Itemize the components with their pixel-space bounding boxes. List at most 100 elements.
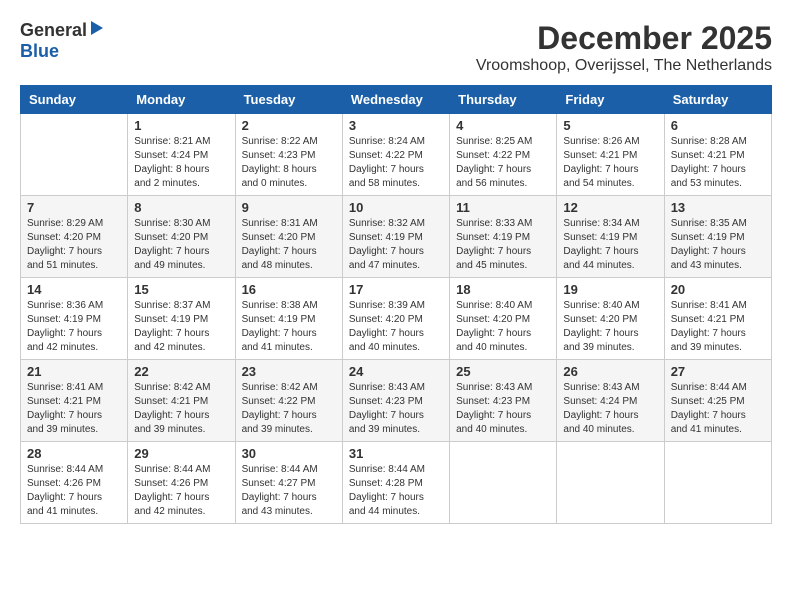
calendar-cell: 4 Sunrise: 8:25 AM Sunset: 4:22 PM Daylig… [450, 114, 557, 196]
day-number: 12 [563, 200, 657, 215]
day-number: 22 [134, 364, 228, 379]
day-info: Sunrise: 8:43 AM Sunset: 4:24 PM Dayligh… [563, 381, 657, 437]
calendar-cell: 24 Sunrise: 8:43 AM Sunset: 4:23 PM Dayli… [342, 360, 449, 442]
weekday-header-tuesday: Tuesday [235, 86, 342, 114]
day-info: Sunrise: 8:37 AM Sunset: 4:19 PM Dayligh… [134, 299, 228, 355]
day-info: Sunrise: 8:42 AM Sunset: 4:21 PM Dayligh… [134, 381, 228, 437]
logo-arrow-icon [89, 21, 105, 40]
calendar-cell: 13Sunrise: 8:35 AM Sunset: 4:19 PM Dayli… [664, 196, 771, 278]
day-number: 4 [456, 118, 550, 133]
day-info: Sunrise: 8:41 AM Sunset: 4:21 PM Dayligh… [671, 299, 765, 355]
day-info: Sunrise: 8:26 AM Sunset: 4:21 PM Dayligh… [563, 135, 657, 191]
calendar-cell: 18 Sunrise: 8:40 AM Sunset: 4:20 PM Dayli… [450, 278, 557, 360]
month-title: December 2025 [476, 20, 772, 57]
calendar-cell: 16Sunrise: 8:38 AM Sunset: 4:19 PM Dayli… [235, 278, 342, 360]
calendar-week-row: 28 Sunrise: 8:44 AM Sunset: 4:26 PM Dayli… [21, 442, 772, 524]
calendar-cell: 19 Sunrise: 8:40 AM Sunset: 4:20 PM Dayli… [557, 278, 664, 360]
day-number: 24 [349, 364, 443, 379]
day-number: 19 [563, 282, 657, 297]
day-info: Sunrise: 8:33 AM Sunset: 4:19 PM Dayligh… [456, 217, 550, 273]
day-number: 5 [563, 118, 657, 133]
weekday-header-row: SundayMondayTuesdayWednesdayThursdayFrid… [21, 86, 772, 114]
calendar-cell: 5 Sunrise: 8:26 AM Sunset: 4:21 PM Daylig… [557, 114, 664, 196]
day-info: Sunrise: 8:44 AM Sunset: 4:25 PM Dayligh… [671, 381, 765, 437]
calendar-cell: 31Sunrise: 8:44 AM Sunset: 4:28 PM Dayli… [342, 442, 449, 524]
location-title: Vroomshoop, Overijssel, The Netherlands [476, 57, 772, 75]
day-number: 7 [27, 200, 121, 215]
calendar-week-row: 21 Sunrise: 8:41 AM Sunset: 4:21 PM Dayli… [21, 360, 772, 442]
calendar-cell: 20 Sunrise: 8:41 AM Sunset: 4:21 PM Dayli… [664, 278, 771, 360]
day-number: 11 [456, 200, 550, 215]
day-info: Sunrise: 8:41 AM Sunset: 4:21 PM Dayligh… [27, 381, 121, 437]
calendar-week-row: 7 Sunrise: 8:29 AM Sunset: 4:20 PM Daylig… [21, 196, 772, 278]
calendar-table: SundayMondayTuesdayWednesdayThursdayFrid… [20, 85, 772, 524]
day-info: Sunrise: 8:35 AM Sunset: 4:19 PM Dayligh… [671, 217, 765, 273]
weekday-header-monday: Monday [128, 86, 235, 114]
day-info: Sunrise: 8:24 AM Sunset: 4:22 PM Dayligh… [349, 135, 443, 191]
day-number: 3 [349, 118, 443, 133]
calendar-cell: 10 Sunrise: 8:32 AM Sunset: 4:19 PM Dayli… [342, 196, 449, 278]
calendar-cell: 6 Sunrise: 8:28 AM Sunset: 4:21 PM Daylig… [664, 114, 771, 196]
calendar-cell: 2 Sunrise: 8:22 AM Sunset: 4:23 PM Daylig… [235, 114, 342, 196]
calendar-cell [664, 442, 771, 524]
calendar-cell [21, 114, 128, 196]
day-number: 10 [349, 200, 443, 215]
day-number: 15 [134, 282, 228, 297]
day-number: 23 [242, 364, 336, 379]
calendar-cell: 11 Sunrise: 8:33 AM Sunset: 4:19 PM Dayli… [450, 196, 557, 278]
day-info: Sunrise: 8:42 AM Sunset: 4:22 PM Dayligh… [242, 381, 336, 437]
day-info: Sunrise: 8:40 AM Sunset: 4:20 PM Dayligh… [563, 299, 657, 355]
day-number: 16 [242, 282, 336, 297]
day-info: Sunrise: 8:25 AM Sunset: 4:22 PM Dayligh… [456, 135, 550, 191]
day-info: Sunrise: 8:44 AM Sunset: 4:26 PM Dayligh… [134, 463, 228, 519]
day-number: 30 [242, 446, 336, 461]
day-number: 9 [242, 200, 336, 215]
calendar-cell: 21 Sunrise: 8:41 AM Sunset: 4:21 PM Dayli… [21, 360, 128, 442]
title-section: December 2025 Vroomshoop, Overijssel, Th… [476, 20, 772, 75]
day-number: 6 [671, 118, 765, 133]
day-number: 18 [456, 282, 550, 297]
logo-blue-text: Blue [20, 41, 59, 61]
day-number: 8 [134, 200, 228, 215]
calendar-week-row: 14 Sunrise: 8:36 AM Sunset: 4:19 PM Dayli… [21, 278, 772, 360]
weekday-header-sunday: Sunday [21, 86, 128, 114]
day-info: Sunrise: 8:44 AM Sunset: 4:27 PM Dayligh… [242, 463, 336, 519]
day-number: 28 [27, 446, 121, 461]
weekday-header-saturday: Saturday [664, 86, 771, 114]
calendar-cell: 29 Sunrise: 8:44 AM Sunset: 4:26 PM Dayli… [128, 442, 235, 524]
day-info: Sunrise: 8:32 AM Sunset: 4:19 PM Dayligh… [349, 217, 443, 273]
day-info: Sunrise: 8:21 AM Sunset: 4:24 PM Dayligh… [134, 135, 228, 191]
day-info: Sunrise: 8:39 AM Sunset: 4:20 PM Dayligh… [349, 299, 443, 355]
day-number: 20 [671, 282, 765, 297]
logo-general-text: General [20, 20, 87, 41]
day-number: 25 [456, 364, 550, 379]
day-info: Sunrise: 8:36 AM Sunset: 4:19 PM Dayligh… [27, 299, 121, 355]
day-number: 31 [349, 446, 443, 461]
day-info: Sunrise: 8:30 AM Sunset: 4:20 PM Dayligh… [134, 217, 228, 273]
calendar-cell: 30 Sunrise: 8:44 AM Sunset: 4:27 PM Dayli… [235, 442, 342, 524]
calendar-cell: 22 Sunrise: 8:42 AM Sunset: 4:21 PM Dayli… [128, 360, 235, 442]
calendar-cell: 25Sunrise: 8:43 AM Sunset: 4:23 PM Dayli… [450, 360, 557, 442]
calendar-cell: 28Sunrise: 8:44 AM Sunset: 4:26 PM Dayli… [21, 442, 128, 524]
day-number: 2 [242, 118, 336, 133]
day-number: 14 [27, 282, 121, 297]
day-info: Sunrise: 8:28 AM Sunset: 4:21 PM Dayligh… [671, 135, 765, 191]
calendar-cell: 7 Sunrise: 8:29 AM Sunset: 4:20 PM Daylig… [21, 196, 128, 278]
day-info: Sunrise: 8:29 AM Sunset: 4:20 PM Dayligh… [27, 217, 121, 273]
calendar-cell: 26 Sunrise: 8:43 AM Sunset: 4:24 PM Dayli… [557, 360, 664, 442]
calendar-cell: 15 Sunrise: 8:37 AM Sunset: 4:19 PM Dayli… [128, 278, 235, 360]
calendar-cell: 3 Sunrise: 8:24 AM Sunset: 4:22 PM Daylig… [342, 114, 449, 196]
calendar-week-row: 1Sunrise: 8:21 AM Sunset: 4:24 PM Daylig… [21, 114, 772, 196]
day-number: 26 [563, 364, 657, 379]
page-header: General Blue December 2025 Vroomshoop, O… [20, 20, 772, 75]
day-number: 21 [27, 364, 121, 379]
day-info: Sunrise: 8:40 AM Sunset: 4:20 PM Dayligh… [456, 299, 550, 355]
calendar-cell: 27Sunrise: 8:44 AM Sunset: 4:25 PM Dayli… [664, 360, 771, 442]
day-info: Sunrise: 8:22 AM Sunset: 4:23 PM Dayligh… [242, 135, 336, 191]
calendar-cell: 8 Sunrise: 8:30 AM Sunset: 4:20 PM Daylig… [128, 196, 235, 278]
weekday-header-thursday: Thursday [450, 86, 557, 114]
day-info: Sunrise: 8:43 AM Sunset: 4:23 PM Dayligh… [349, 381, 443, 437]
weekday-header-friday: Friday [557, 86, 664, 114]
day-number: 29 [134, 446, 228, 461]
calendar-cell [450, 442, 557, 524]
